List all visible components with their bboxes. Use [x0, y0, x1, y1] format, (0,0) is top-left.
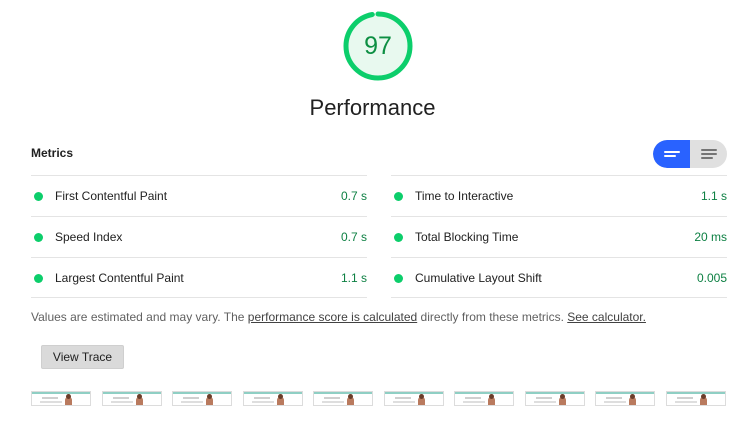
metric-total-blocking-time: Total Blocking Time 20 ms [391, 216, 727, 257]
metric-value: 1.1 s [700, 189, 727, 203]
filmstrip-frame [101, 391, 162, 406]
expanded-view-button[interactable] [690, 140, 727, 168]
metrics-column-left: First Contentful Paint 0.7 s Speed Index… [31, 175, 367, 298]
expanded-view-icon [700, 147, 717, 161]
compact-view-button[interactable] [653, 140, 690, 168]
performance-score: 97 [364, 32, 392, 60]
score-calculation-link[interactable]: performance score is calculated [248, 310, 417, 324]
metric-value: 1.1 s [340, 271, 367, 285]
filmstrip-frame [595, 391, 655, 406]
filmstrip-frame [665, 391, 726, 406]
filmstrip-frame [524, 391, 585, 406]
metric-value: 0.005 [696, 271, 727, 285]
performance-title: Performance [309, 95, 436, 120]
filmstrip-frame [383, 391, 444, 406]
metric-value: 0.7 s [340, 230, 367, 244]
compact-view-icon [663, 149, 680, 159]
performance-gauge: 97 [342, 10, 414, 82]
filmstrip-frame [454, 391, 514, 406]
metric-label: First Contentful Paint [55, 189, 168, 203]
pass-indicator-icon [34, 274, 43, 283]
filmstrip [31, 391, 731, 407]
metric-label: Cumulative Layout Shift [415, 271, 542, 285]
disclaimer-text-middle: directly from these metrics. [417, 310, 568, 324]
metrics-column-right: Time to Interactive 1.1 s Total Blocking… [391, 175, 727, 298]
metric-speed-index: Speed Index 0.7 s [31, 216, 367, 257]
pass-indicator-icon [394, 192, 403, 201]
metric-largest-contentful-paint: Largest Contentful Paint 1.1 s [31, 257, 367, 298]
metric-first-contentful-paint: First Contentful Paint 0.7 s [31, 175, 367, 216]
metric-label: Total Blocking Time [415, 230, 519, 244]
pass-indicator-icon [34, 233, 43, 242]
metrics-disclaimer: Values are estimated and may vary. The p… [31, 310, 646, 324]
metric-label: Speed Index [55, 230, 123, 244]
metrics-view-toggle[interactable] [653, 140, 727, 168]
pass-indicator-icon [394, 274, 403, 283]
disclaimer-text-prefix: Values are estimated and may vary. The [31, 310, 248, 324]
metric-value: 0.7 s [340, 189, 367, 203]
filmstrip-frame [242, 391, 303, 406]
view-trace-button[interactable]: View Trace [41, 345, 124, 369]
metric-label: Largest Contentful Paint [55, 271, 184, 285]
metric-time-to-interactive: Time to Interactive 1.1 s [391, 175, 727, 216]
see-calculator-link[interactable]: See calculator. [567, 310, 646, 324]
pass-indicator-icon [394, 233, 403, 242]
filmstrip-frame [313, 391, 373, 406]
metric-cumulative-layout-shift: Cumulative Layout Shift 0.005 [391, 257, 727, 298]
metric-label: Time to Interactive [415, 189, 514, 203]
metrics-header: Metrics [31, 146, 74, 160]
filmstrip-frame [172, 391, 232, 406]
pass-indicator-icon [34, 192, 43, 201]
metric-value: 20 ms [694, 230, 727, 244]
filmstrip-frame [31, 391, 91, 406]
